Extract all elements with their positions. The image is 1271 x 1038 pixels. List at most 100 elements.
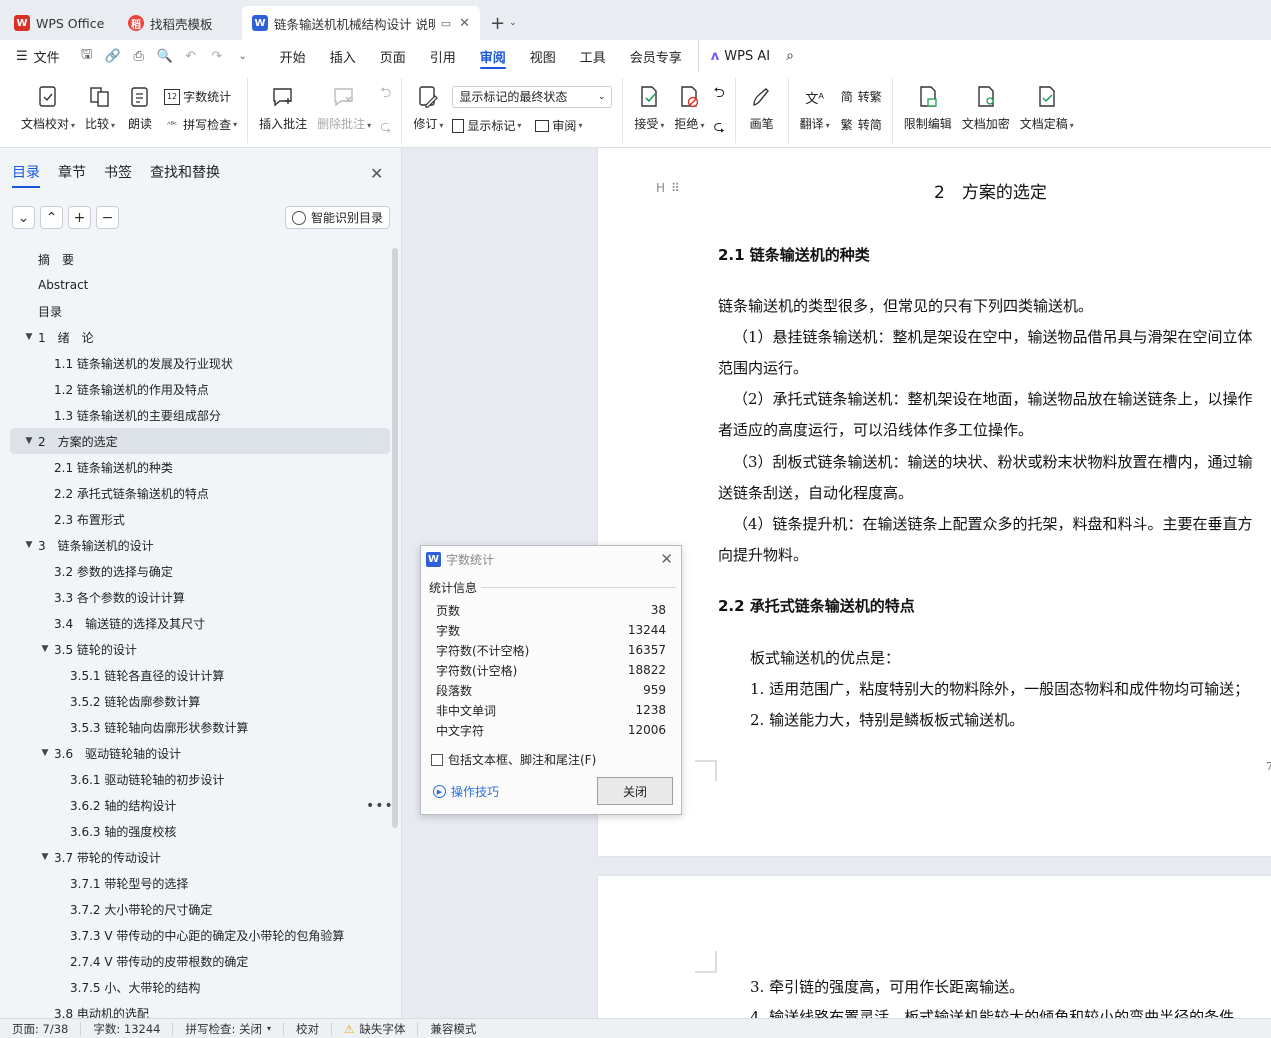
nav-scrollbar[interactable]	[392, 248, 398, 828]
reject-button[interactable]: 拒绝 ▾	[669, 78, 709, 143]
menu-member[interactable]: 会员专享	[618, 40, 694, 72]
document-page-7[interactable]: H ⠿ 2 方案的选定 2.1 链条输送机的种类 链条输送机的类型很多，但常见的…	[598, 148, 1271, 856]
nav-tab-toc[interactable]: 目录	[12, 162, 40, 188]
ink-button[interactable]: 画笔	[742, 78, 782, 143]
menu-reference[interactable]: 引用	[418, 40, 468, 72]
nav-tab-sections[interactable]: 章节	[58, 162, 86, 186]
expand-arrow-icon[interactable]: ▼	[38, 852, 52, 862]
revise-button[interactable]: 修订 ▾	[408, 78, 448, 143]
toc-item[interactable]: 3.5.2 链轮齿廓参数计算	[10, 688, 390, 714]
nav-tab-bookmarks[interactable]: 书签	[104, 162, 132, 186]
print-icon[interactable]: ⎙	[128, 45, 150, 67]
nav-tab-find-replace[interactable]: 查找和替换	[150, 162, 220, 186]
close-icon[interactable]: ✕	[370, 164, 383, 183]
monitor-icon[interactable]: ▭	[441, 17, 451, 30]
toc-item[interactable]: 3.7.2 大小带轮的尺寸确定	[10, 896, 390, 922]
menu-page[interactable]: 页面	[368, 40, 418, 72]
menu-insert[interactable]: 插入	[318, 40, 368, 72]
expand-arrow-icon[interactable]: ▼	[38, 748, 52, 758]
close-icon[interactable]: ✕	[660, 550, 673, 568]
next-change-icon[interactable]: ⮎	[713, 116, 724, 140]
tips-link[interactable]: ▶ 操作技巧	[433, 783, 499, 800]
close-icon[interactable]: ✕	[459, 16, 470, 31]
status-spell-check[interactable]: 拼写检查: 关闭 ▾	[173, 1021, 285, 1036]
tab-docer-templates[interactable]: 稻 找稻壳模板	[118, 6, 240, 40]
next-comment-icon[interactable]: ⮎	[380, 116, 391, 140]
link-icon[interactable]: 🔗	[102, 45, 124, 67]
tab-document[interactable]: W 链条输送机机械结构设计 说明 ▭ ✕	[242, 6, 480, 40]
toc-item[interactable]: 2.1 链条输送机的种类	[10, 454, 390, 480]
toc-item[interactable]: 2.7.4 V 带传动的皮带根数的确定	[10, 948, 390, 974]
prev-change-icon[interactable]: ⮌	[713, 82, 724, 106]
word-count-button[interactable]: 12 字数统计	[164, 87, 237, 107]
status-compat-mode[interactable]: 兼容模式	[418, 1022, 488, 1036]
toc-item[interactable]: 3.6.3 轴的强度校核	[10, 818, 390, 844]
status-missing-font[interactable]: ⚠ 缺失字体	[332, 1021, 419, 1036]
read-aloud-button[interactable]: 朗读	[120, 78, 160, 143]
collapse-up-button[interactable]: ⌃	[40, 206, 63, 229]
status-words[interactable]: 字数: 13244	[81, 1021, 174, 1036]
menu-tools[interactable]: 工具	[568, 40, 618, 72]
to-traditional-button[interactable]: 简转繁	[839, 87, 882, 107]
undo-icon[interactable]: ↶	[180, 45, 202, 67]
toc-item[interactable]: ▼ 1 绪 论	[10, 324, 390, 350]
heading-handle[interactable]: H ⠿	[656, 181, 680, 195]
encrypt-button[interactable]: 文档加密	[957, 78, 1015, 143]
smart-toc-button[interactable]: 智能识别目录	[285, 206, 391, 229]
toc-item[interactable]: 2.2 承托式链条输送机的特点	[10, 480, 390, 506]
toc-item[interactable]: ▼ 3 链条输送机的设计	[10, 532, 390, 558]
to-simplified-button[interactable]: 繁转简	[839, 115, 882, 135]
toc-item[interactable]: 3.6.1 驱动链轮轴的初步设计	[10, 766, 390, 792]
spell-check-button[interactable]: ᴬᴮᶜ 拼写检查 ▾	[164, 115, 237, 135]
remove-heading-button[interactable]: −	[96, 206, 119, 229]
delete-comment-button[interactable]: 删除批注 ▾	[312, 78, 376, 143]
review-pane-button[interactable]: 审阅 ▾	[535, 116, 582, 136]
toc-item[interactable]: 3.2 参数的选择与确定	[10, 558, 390, 584]
translate-button[interactable]: 文ᴬ 翻译 ▾	[795, 78, 835, 143]
toc-item[interactable]: 3.4 输送链的选择及其尺寸	[10, 610, 390, 636]
expand-arrow-icon[interactable]: ▼	[22, 436, 36, 446]
finalize-button[interactable]: 文档定稿 ▾	[1015, 78, 1079, 143]
toc-item[interactable]: ▼ 3.6 驱动链轮轴的设计	[10, 740, 390, 766]
expand-arrow-icon[interactable]: ▼	[22, 332, 36, 342]
redo-icon[interactable]: ↷	[206, 45, 228, 67]
toc-item[interactable]: 3.7.1 带轮型号的选择	[10, 870, 390, 896]
menu-view[interactable]: 视图	[518, 40, 568, 72]
toc-item[interactable]: 摘 要	[10, 246, 390, 272]
toc-item[interactable]: 2.3 布置形式	[10, 506, 390, 532]
file-menu[interactable]: ☰ 文件	[0, 40, 72, 72]
menu-review[interactable]: 审阅	[468, 40, 518, 72]
compare-button[interactable]: 比较 ▾	[80, 78, 120, 143]
toc-item[interactable]: 3.6.2 轴的结构设计	[10, 792, 390, 818]
toc-item[interactable]: Abstract	[10, 272, 390, 298]
markup-state-select[interactable]: 显示标记的最终状态 ⌄	[452, 85, 613, 108]
new-tab-button[interactable]: + ⌄	[482, 6, 525, 40]
tab-wps-office[interactable]: W WPS Office	[4, 6, 116, 40]
dialog-title-bar[interactable]: W 字数统计	[421, 546, 681, 572]
search-button[interactable]: ⌕	[782, 40, 798, 72]
toc-item[interactable]: ▼ 3.5 链轮的设计	[10, 636, 390, 662]
toc-item[interactable]: 3.3 各个参数的设计计算	[10, 584, 390, 610]
accept-button[interactable]: 接受 ▾	[629, 78, 669, 143]
toc-item[interactable]: 3.5.1 链轮各直径的设计计算	[10, 662, 390, 688]
toc-item[interactable]: ▼ 2 方案的选定	[10, 428, 390, 454]
chevron-down-icon[interactable]: ⌄	[232, 45, 254, 67]
restrict-edit-button[interactable]: 限制编辑	[899, 78, 957, 143]
show-markup-button[interactable]: 显示标记 ▾	[452, 116, 521, 136]
include-textbox-checkbox[interactable]: 包括文本框、脚注和尾注(F)	[431, 751, 596, 768]
menu-wps-ai[interactable]: ᴧ WPS AI	[697, 40, 782, 72]
toc-item[interactable]: 3.7.3 V 带传动的中心距的确定及小带轮的包角验算	[10, 922, 390, 948]
expand-down-button[interactable]: ⌄	[12, 206, 35, 229]
print-preview-icon[interactable]: 🔍	[154, 45, 176, 67]
status-proof[interactable]: 校对	[284, 1021, 333, 1036]
toc-item[interactable]: 目录	[10, 298, 390, 324]
expand-arrow-icon[interactable]: ▼	[38, 644, 52, 654]
expand-arrow-icon[interactable]: ▼	[22, 540, 36, 550]
toc-item[interactable]: 1.1 链条输送机的发展及行业现状	[10, 350, 390, 376]
toc-item[interactable]: 1.3 链条输送机的主要组成部分	[10, 402, 390, 428]
dialog-close-button[interactable]: 关闭	[597, 777, 673, 805]
status-page[interactable]: 页面: 7/38	[0, 1021, 82, 1036]
toc-item[interactable]: 3.7.5 小、大带轮的结构	[10, 974, 390, 1000]
toc-item[interactable]: 1.2 链条输送机的作用及特点	[10, 376, 390, 402]
menu-start[interactable]: 开始	[268, 40, 318, 72]
